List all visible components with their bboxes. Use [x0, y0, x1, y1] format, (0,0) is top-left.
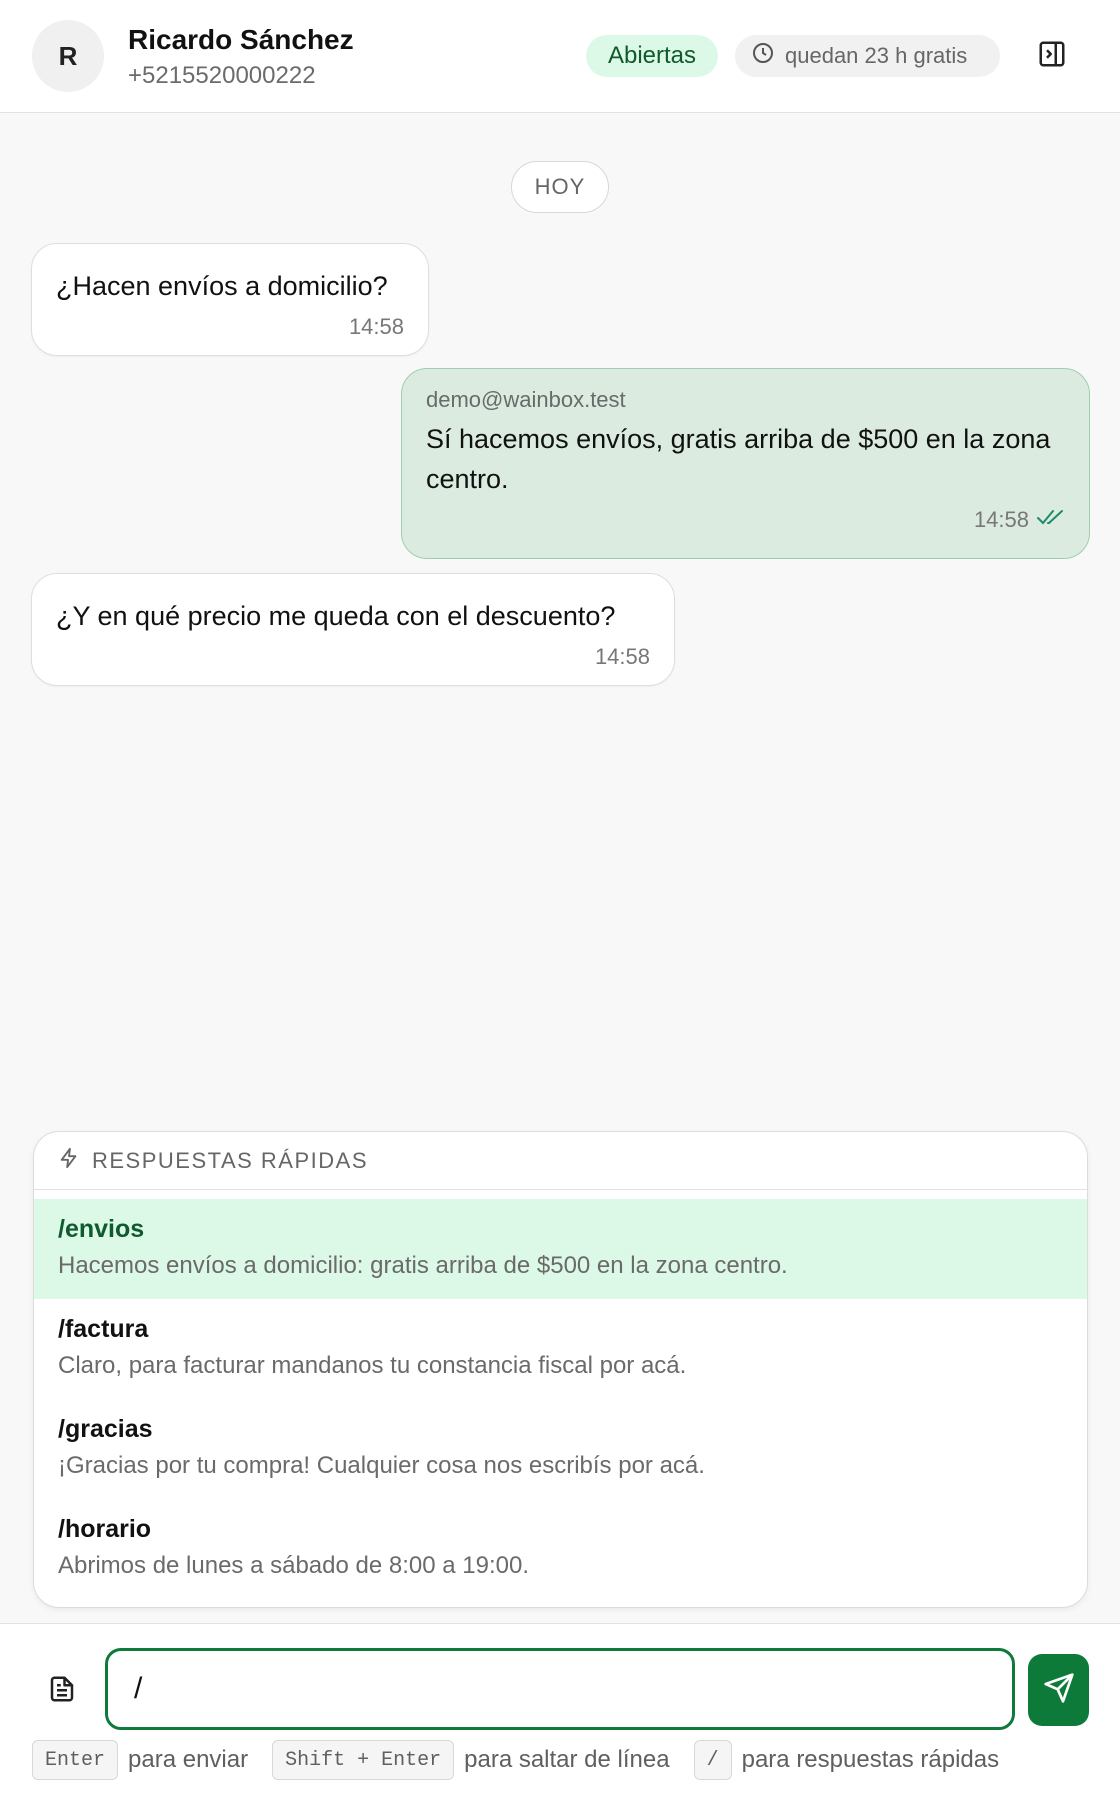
- send-button[interactable]: [1028, 1654, 1089, 1726]
- quick-reply-command: /gracias: [58, 1415, 153, 1443]
- day-separator: HOY: [511, 161, 609, 213]
- quick-replies-title: RESPUESTAS RÁPIDAS: [92, 1147, 368, 1173]
- quick-reply-text: Claro, para facturar mandanos tu constan…: [58, 1352, 687, 1379]
- composer: Enter para enviar Shift + Enter para sal…: [0, 1623, 1120, 1800]
- quick-reply-text: Hacemos envíos a domicilio: gratis arrib…: [58, 1252, 788, 1279]
- template-button[interactable]: [44, 1673, 80, 1709]
- message-input[interactable]: [105, 1648, 1015, 1730]
- message-sender: demo@wainbox.test: [426, 387, 626, 412]
- document-icon: [47, 1673, 77, 1710]
- quick-reply-item-horario[interactable]: /horario Abrimos de lunes a sábado de 8:…: [34, 1499, 1087, 1599]
- message-incoming: ¿Y en qué precio me queda con el descuen…: [31, 573, 675, 686]
- quick-replies-header: RESPUESTAS RÁPIDAS: [34, 1132, 1087, 1190]
- message-time: 14:58: [348, 314, 404, 339]
- hint-text: para enviar: [128, 1746, 249, 1773]
- quick-reply-item-gracias[interactable]: /gracias ¡Gracias por tu compra! Cualqui…: [34, 1399, 1087, 1499]
- hint-text: para respuestas rápidas: [741, 1746, 1000, 1773]
- quick-reply-command: /horario: [58, 1515, 152, 1543]
- quick-reply-item-factura[interactable]: /factura Claro, para facturar mandanos t…: [34, 1299, 1087, 1399]
- status-badge[interactable]: Abiertas: [586, 35, 718, 77]
- quick-reply-text: Abrimos de lunes a sábado de 8:00 a 19:0…: [58, 1552, 529, 1579]
- double-check-icon: [1037, 507, 1065, 533]
- hint-key: Enter: [32, 1740, 119, 1780]
- quick-reply-command: /factura: [58, 1315, 149, 1343]
- free-window-badge: quedan 23 h gratis: [735, 35, 1000, 77]
- contact-name: Ricardo Sánchez: [128, 24, 354, 55]
- send-icon: [1043, 1672, 1075, 1709]
- message-text: ¿Hacen envíos a domicilio?: [56, 271, 388, 301]
- free-window-text: quedan 23 h gratis: [785, 43, 968, 68]
- message-time: 14:58: [594, 644, 650, 669]
- keyboard-hints: Enter para enviar Shift + Enter para sal…: [32, 1740, 1023, 1780]
- message-time: 14:58: [426, 507, 1065, 533]
- quick-reply-item-envios[interactable]: /envios Hacemos envíos a domicilio: grat…: [34, 1199, 1087, 1299]
- panel-right-icon: [1037, 39, 1067, 74]
- message-text: ¿Y en qué precio me queda con el descuen…: [56, 601, 616, 631]
- quick-reply-text: ¡Gracias por tu compra! Cualquier cosa n…: [58, 1452, 705, 1479]
- quick-replies-panel: RESPUESTAS RÁPIDAS /envios Hacemos envío…: [33, 1131, 1088, 1608]
- hint-key: /: [693, 1740, 732, 1780]
- quick-reply-command: /envios: [58, 1215, 145, 1243]
- message-incoming: ¿Hacen envíos a domicilio? 14:58: [31, 243, 429, 356]
- chat-header: R Ricardo Sánchez +5215520000222 Abierta…: [0, 0, 1120, 113]
- hint-key: Shift + Enter: [272, 1740, 455, 1780]
- message-text: Sí hacemos envíos, gratis arriba de $500…: [426, 424, 1051, 494]
- message-outgoing: demo@wainbox.test Sí hacemos envíos, gra…: [401, 368, 1090, 559]
- contact-phone: +5215520000222: [128, 62, 316, 89]
- lightning-icon: [58, 1146, 80, 1176]
- clock-icon: [751, 41, 775, 71]
- toggle-sidebar-button[interactable]: [1036, 40, 1068, 72]
- hint-text: para saltar de línea: [464, 1746, 670, 1773]
- avatar: R: [32, 20, 104, 92]
